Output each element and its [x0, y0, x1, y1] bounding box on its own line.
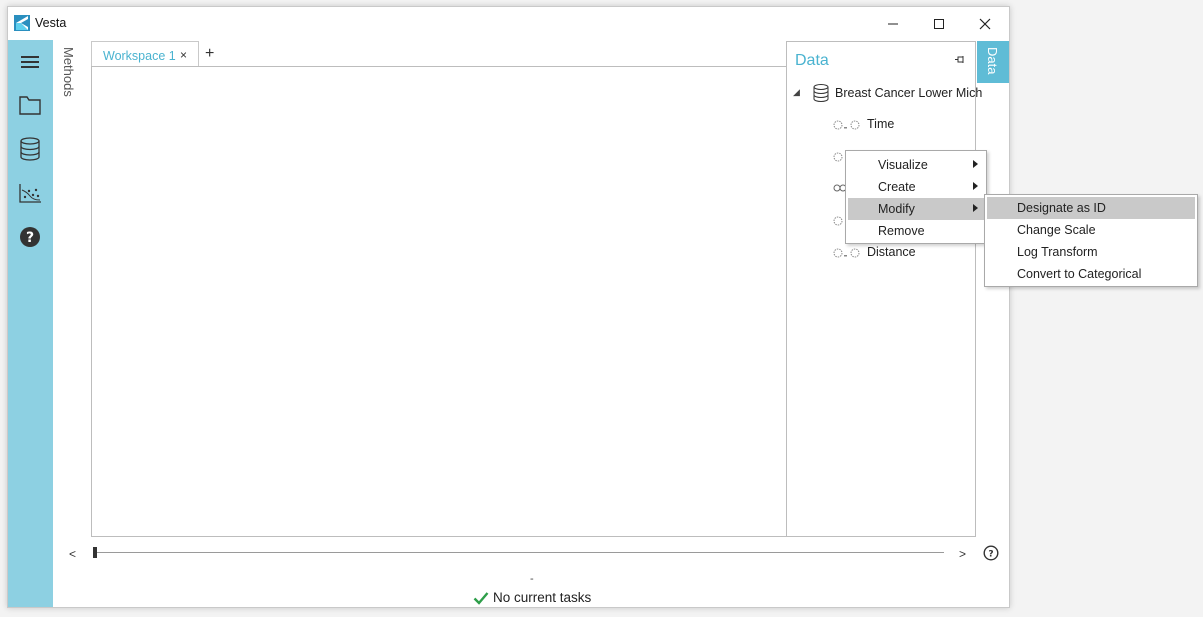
close-icon	[979, 18, 991, 29]
data-panel: Data ◢ Breast Cancer Lower Mich Time Dis…	[786, 41, 982, 537]
data-panel-title: Data	[795, 52, 829, 69]
variable-label: Distance	[867, 245, 916, 259]
submenu-item-designate-as-id[interactable]: Designate as ID	[987, 197, 1195, 219]
help-icon[interactable]: ?	[18, 225, 42, 249]
app-title: Vesta	[35, 16, 67, 30]
menu-item-create[interactable]: Create	[848, 176, 984, 198]
menu-item-visualize[interactable]: Visualize	[848, 154, 984, 176]
expand-arrow-icon[interactable]: ◢	[793, 87, 800, 98]
timeline-help-icon[interactable]: ?	[983, 545, 999, 561]
menu-item-label: Designate as ID	[1017, 201, 1106, 215]
left-rail: ?	[8, 40, 53, 607]
menu-item-label: Convert to Categorical	[1017, 267, 1142, 281]
menu-item-remove[interactable]: Remove	[848, 220, 984, 242]
checkmark-icon	[473, 591, 489, 605]
hamburger-menu-icon[interactable]	[18, 50, 42, 74]
tab-workspace-1[interactable]: Workspace 1 ×	[91, 41, 199, 68]
menu-item-modify[interactable]: Modify	[848, 198, 984, 220]
menu-item-label: Log Transform	[1017, 245, 1098, 259]
task-status-text: No current tasks	[493, 590, 592, 605]
data-side-tab[interactable]: Data	[977, 41, 1009, 83]
svg-text:?: ?	[988, 550, 993, 560]
menu-item-label: Change Scale	[1017, 223, 1096, 237]
timeline-thumb[interactable]	[93, 547, 97, 558]
variable-label: Time	[867, 117, 895, 131]
submenu-item-convert-to-categorical[interactable]: Convert to Categorical	[987, 263, 1195, 285]
pin-icon[interactable]	[955, 55, 965, 65]
minimize-icon	[888, 23, 898, 24]
submenu-item-change-scale[interactable]: Change Scale	[987, 219, 1195, 241]
menu-item-label: Remove	[878, 224, 925, 238]
folder-icon[interactable]	[18, 93, 42, 117]
workspace-canvas[interactable]	[91, 66, 787, 537]
submenu-arrow-icon	[973, 182, 978, 190]
data-side-label: Data	[985, 47, 1000, 75]
variable-item-time[interactable]: Time	[833, 116, 973, 134]
close-button[interactable]	[962, 7, 1008, 40]
context-menu: Visualize Create Modify Remove	[845, 150, 987, 244]
maximize-icon	[934, 18, 944, 29]
numeric-variable-icon	[833, 120, 860, 130]
svg-text:?: ?	[26, 230, 34, 246]
dataset-database-icon	[813, 84, 829, 102]
status-separator: -	[530, 573, 534, 585]
maximize-button[interactable]	[916, 7, 962, 40]
methods-panel-tab[interactable]: Methods	[61, 47, 81, 117]
vesta-logo-icon	[14, 15, 30, 31]
submenu-item-log-transform[interactable]: Log Transform	[987, 241, 1195, 263]
submenu-arrow-icon	[973, 204, 978, 212]
numeric-variable-icon	[833, 248, 860, 258]
database-icon[interactable]	[18, 137, 42, 161]
methods-label: Methods	[61, 47, 76, 97]
menu-item-label: Modify	[878, 202, 915, 216]
tab-close-icon[interactable]: ×	[180, 48, 187, 62]
timeline-bar: < > ? - No current tasks	[53, 543, 1009, 607]
dataset-tree-node[interactable]: ◢ Breast Cancer Lower Mich	[793, 84, 982, 102]
modify-submenu: Designate as ID Change Scale Log Transfo…	[984, 194, 1198, 287]
chart-icon[interactable]	[18, 181, 42, 205]
timeline-prev-button[interactable]: <	[69, 547, 76, 561]
dataset-name: Breast Cancer Lower Mich	[835, 86, 983, 100]
app-window: Vesta ? Methods Workspace 1 × + Data ◢ B…	[7, 6, 1010, 608]
add-tab-button[interactable]: +	[205, 45, 214, 63]
variable-item-distance[interactable]: Distance	[833, 244, 973, 262]
timeline-track[interactable]	[94, 552, 944, 553]
menu-item-label: Visualize	[878, 158, 928, 172]
task-status: No current tasks	[473, 590, 591, 605]
timeline-next-button[interactable]: >	[959, 547, 966, 561]
menu-item-label: Create	[878, 180, 916, 194]
submenu-arrow-icon	[973, 160, 978, 168]
title-bar: Vesta	[8, 7, 1009, 40]
tab-label: Workspace 1	[103, 49, 176, 63]
minimize-button[interactable]	[870, 7, 916, 40]
